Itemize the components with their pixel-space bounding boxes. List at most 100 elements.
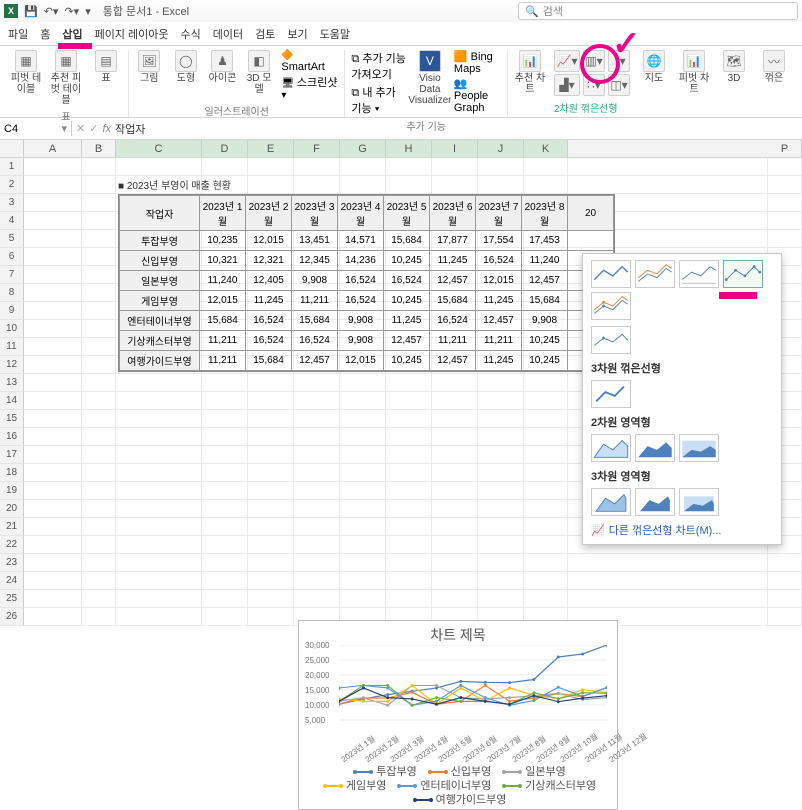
row-header[interactable]: 11 xyxy=(0,338,24,356)
col-c[interactable]: C xyxy=(116,140,202,157)
row-header[interactable]: 20 xyxy=(0,500,24,518)
row-header[interactable]: 26 xyxy=(0,608,24,626)
tab-layout[interactable]: 페이지 레이아웃 xyxy=(95,26,169,42)
line-chart-100stacked[interactable] xyxy=(679,260,719,288)
tab-help[interactable]: 도움말 xyxy=(320,26,350,42)
row-header[interactable]: 22 xyxy=(0,536,24,554)
col-h[interactable]: H xyxy=(386,140,432,157)
tab-review[interactable]: 검토 xyxy=(255,26,275,42)
row-header[interactable]: 18 xyxy=(0,464,24,482)
formula-text[interactable]: 작업자 xyxy=(115,121,145,137)
line-chart-basic[interactable] xyxy=(591,260,631,288)
misc-chart-dropdown[interactable]: ◔▾ xyxy=(608,50,630,72)
row-header[interactable]: 4 xyxy=(0,212,24,230)
col-a[interactable]: A xyxy=(24,140,82,157)
tab-file[interactable]: 파일 xyxy=(8,26,28,42)
fx-icon[interactable]: fx xyxy=(102,123,111,135)
pivot-chart-button[interactable]: 📊피벗 차트 xyxy=(678,50,710,95)
row-header[interactable]: 8 xyxy=(0,284,24,302)
area-2d-100[interactable] xyxy=(679,434,719,462)
row-header[interactable]: 16 xyxy=(0,428,24,446)
row-header[interactable]: 19 xyxy=(0,482,24,500)
area-2d-basic[interactable] xyxy=(591,434,631,462)
section-3d-area: 3차원 영역형 xyxy=(591,468,773,484)
tab-data[interactable]: 데이터 xyxy=(213,26,243,42)
col-b[interactable]: B xyxy=(82,140,116,157)
col-p[interactable]: P xyxy=(768,140,802,157)
shapes-button[interactable]: ◯도형 xyxy=(172,50,201,84)
line-chart-markers[interactable] xyxy=(723,260,763,288)
row-header[interactable]: 12 xyxy=(0,356,24,374)
col-f[interactable]: F xyxy=(294,140,340,157)
visio-button[interactable]: VVisio Data Visualizer xyxy=(414,50,446,106)
maps-button[interactable]: 🌐지도 xyxy=(638,50,670,84)
tab-home[interactable]: 홈 xyxy=(40,26,50,42)
name-box[interactable]: C4 ▾ xyxy=(0,121,72,136)
row-header[interactable]: 13 xyxy=(0,374,24,392)
line-chart-dropdown[interactable]: 📈▾ xyxy=(554,50,580,72)
row-header[interactable]: 10 xyxy=(0,320,24,338)
area-2d-stacked[interactable] xyxy=(635,434,675,462)
cancel-icon[interactable]: ✕ xyxy=(76,122,85,135)
line-chart-markers-100[interactable] xyxy=(591,326,631,354)
col-g[interactable]: G xyxy=(340,140,386,157)
more-line-charts[interactable]: 📈 다른 꺾은선형 차트(M)... xyxy=(591,522,773,538)
pivot-table-button[interactable]: ▦피벗 테이블 xyxy=(10,50,42,95)
undo-icon[interactable]: ↶▾ xyxy=(44,5,59,18)
3d-map-button[interactable]: 🗺3D xyxy=(718,50,750,84)
col-e[interactable]: E xyxy=(248,140,294,157)
recommended-pivot-button[interactable]: ▦추천 피벗 테이블 xyxy=(50,50,82,106)
screenshot-button[interactable]: 🖥 스크린샷 ▾ xyxy=(281,74,338,101)
row-header[interactable]: 15 xyxy=(0,410,24,428)
recommended-charts-button[interactable]: 📊추천 차트 xyxy=(514,50,546,95)
smartart-button[interactable]: 🔶 SmartArt xyxy=(281,50,338,73)
get-addins-button[interactable]: ⧉ 추가 기능 가져오기 xyxy=(351,50,406,82)
line-3d[interactable] xyxy=(591,380,631,408)
line-chart-markers-stacked[interactable] xyxy=(591,292,631,320)
combo-chart-dropdown[interactable]: ◫▾ xyxy=(608,74,630,96)
row-header[interactable]: 24 xyxy=(0,572,24,590)
area-3d-stacked[interactable] xyxy=(635,488,675,516)
group-label-illustrations: 일러스트레이션 xyxy=(205,103,269,118)
save-icon[interactable]: 💾 xyxy=(24,5,38,18)
row-header[interactable]: 7 xyxy=(0,266,24,284)
row-header[interactable]: 5 xyxy=(0,230,24,248)
row-header[interactable]: 2 xyxy=(0,176,24,194)
line-chart-stacked[interactable] xyxy=(635,260,675,288)
area-chart-dropdown[interactable]: ▟▾ xyxy=(554,74,580,96)
pictures-button[interactable]: 🖼그림 xyxy=(135,50,164,84)
row-header[interactable]: 1 xyxy=(0,158,24,176)
tab-view[interactable]: 보기 xyxy=(287,26,307,42)
search-box[interactable]: 🔍 검색 xyxy=(518,2,798,20)
row-header[interactable]: 9 xyxy=(0,302,24,320)
bar-chart-dropdown[interactable]: ▥▾ xyxy=(583,50,605,72)
scatter-chart-dropdown[interactable]: ∷▾ xyxy=(583,74,605,96)
bing-maps-button[interactable]: 🟧 Bing Maps xyxy=(454,50,501,75)
row-header[interactable]: 17 xyxy=(0,446,24,464)
tab-insert[interactable]: 삽입 xyxy=(62,26,82,42)
row-header[interactable]: 3 xyxy=(0,194,24,212)
name-box-dropdown-icon[interactable]: ▾ xyxy=(61,122,67,135)
sparklines-button[interactable]: 〰꺾은 xyxy=(758,50,790,84)
people-graph-button[interactable]: 👥 People Graph xyxy=(454,77,501,114)
table-button[interactable]: ▤표 xyxy=(90,50,122,84)
col-j[interactable]: J xyxy=(478,140,524,157)
row-header[interactable]: 21 xyxy=(0,518,24,536)
redo-icon[interactable]: ↷▾ xyxy=(64,5,79,18)
row-header[interactable]: 6 xyxy=(0,248,24,266)
col-d[interactable]: D xyxy=(202,140,248,157)
col-i[interactable]: I xyxy=(432,140,478,157)
row-header[interactable]: 14 xyxy=(0,392,24,410)
tab-formula[interactable]: 수식 xyxy=(181,26,201,42)
row-header[interactable]: 23 xyxy=(0,554,24,572)
col-k[interactable]: K xyxy=(524,140,568,157)
area-3d-100[interactable] xyxy=(679,488,719,516)
area-3d-basic[interactable] xyxy=(591,488,631,516)
icons-button[interactable]: ♟아이콘 xyxy=(208,50,237,84)
3d-models-button[interactable]: ◧3D 모델 xyxy=(245,50,274,95)
row-header[interactable]: 25 xyxy=(0,590,24,608)
my-addins-button[interactable]: ⧉ 내 추가 기능 ▾ xyxy=(351,84,406,116)
embedded-chart[interactable]: 차트 제목 5,00010,00015,00020,00025,00030,00… xyxy=(298,620,618,810)
select-all-corner[interactable] xyxy=(0,140,24,157)
enter-icon[interactable]: ✓ xyxy=(89,122,98,135)
